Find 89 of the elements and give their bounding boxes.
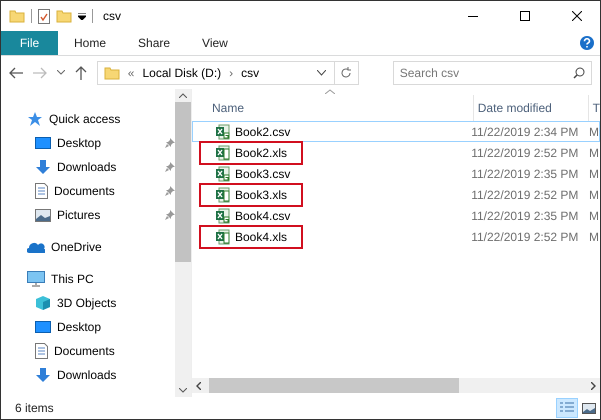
overflow-chevron[interactable]: « [128, 66, 134, 80]
spreadsheet-file-icon [215, 144, 231, 160]
nav-item[interactable]: Downloads [57, 368, 175, 382]
document-icon [35, 343, 48, 359]
file-name: Book4.xls [235, 230, 288, 244]
column-header[interactable]: T [588, 95, 600, 121]
help-icon[interactable] [580, 36, 594, 50]
table-cell-text: M [588, 208, 599, 222]
nav-item[interactable]: This PC [51, 272, 175, 286]
nav-item[interactable]: Desktop [57, 320, 175, 334]
cloud-icon [27, 242, 45, 252]
date-cell-text: 11/22/2019 2:52 PM [471, 188, 580, 202]
picture-icon [35, 208, 51, 222]
nav-item[interactable]: Desktop [57, 136, 159, 150]
ribbon-tab[interactable]: Share [122, 31, 186, 55]
scroll-up-icon[interactable] [179, 93, 187, 98]
chevron-down-icon[interactable] [316, 70, 326, 76]
date-cell-text: 11/22/2019 2:35 PM [471, 208, 580, 222]
search-icon [572, 66, 585, 78]
computer-icon [27, 271, 45, 287]
breadcrumb[interactable]: Local Disk (D:) [142, 66, 222, 80]
refresh-icon[interactable] [340, 66, 352, 78]
spreadsheet-file-icon [215, 208, 231, 224]
column-header[interactable]: Date modified [472, 95, 588, 121]
address-bar[interactable]: « Local Disk (D:) › csv [96, 60, 359, 84]
ribbon-tab[interactable]: File [1, 31, 58, 55]
cube-icon [35, 295, 51, 311]
details-view-button[interactable] [556, 398, 578, 418]
sort-caret-icon [325, 89, 335, 94]
file-name: Book3.xls [235, 188, 288, 202]
date-cell-text: 11/22/2019 2:35 PM [471, 166, 580, 180]
spreadsheet-file-icon [215, 186, 231, 202]
table-cell-text: M [588, 166, 599, 180]
new-folder-icon [56, 9, 72, 23]
table-cell-text: M [588, 188, 599, 202]
nav-item[interactable]: Pictures [57, 208, 159, 222]
vertical-scrollbar[interactable] [175, 89, 191, 397]
back-arrow-icon[interactable] [9, 66, 23, 78]
status-text: 6 items [15, 401, 54, 415]
list-icon[interactable] [560, 402, 574, 414]
file-name: Book4.csv [235, 208, 290, 222]
nav-item[interactable]: OneDrive [51, 240, 175, 254]
nav-item[interactable]: Documents [54, 184, 159, 198]
spreadsheet-file-icon [215, 124, 231, 140]
file-row[interactable]: Book2.xls 11/22/2019 2:52 PM M [192, 142, 600, 163]
nav-item[interactable]: Quick access [49, 112, 175, 126]
spreadsheet-file-icon [215, 228, 231, 244]
up-arrow-icon[interactable] [74, 66, 87, 80]
file-name: Book3.csv [235, 166, 290, 180]
desktop-icon [35, 136, 51, 150]
down-arrow-icon [35, 159, 51, 175]
table-cell-text: M [588, 124, 599, 138]
file-row[interactable]: Book3.xls 11/22/2019 2:52 PM M [192, 184, 600, 205]
scroll-left-icon[interactable] [196, 382, 201, 390]
picture-icon[interactable] [582, 402, 596, 414]
date-cell-text: 11/22/2019 2:52 PM [471, 146, 580, 160]
checkmark-document-icon[interactable] [38, 8, 50, 24]
desktop-icon [35, 320, 51, 334]
scroll-right-icon[interactable] [591, 382, 596, 390]
breadcrumb[interactable]: csv [241, 66, 260, 80]
file-name: Book2.xls [235, 146, 288, 160]
nav-item[interactable]: 3D Objects [57, 296, 175, 310]
date-cell-text: 11/22/2019 2:34 PM [471, 124, 580, 138]
folder-icon [104, 66, 120, 80]
nav-item[interactable]: Downloads [57, 160, 159, 174]
table-cell-text: M [588, 230, 599, 244]
column-header[interactable]: Name [212, 101, 473, 115]
down-arrow-icon [35, 367, 51, 383]
table-cell-text: M [588, 146, 599, 160]
file-row[interactable]: Book4.csv 11/22/2019 2:35 PM M [192, 205, 600, 226]
horizontal-scrollbar[interactable] [192, 378, 600, 393]
ribbon-tab[interactable]: View [186, 31, 244, 55]
chevron-down-icon[interactable] [56, 70, 65, 75]
ribbon-tab[interactable]: Home [58, 31, 122, 55]
file-name: Book2.csv [235, 124, 290, 138]
path-separator: › [229, 66, 234, 80]
search-field[interactable]: Search csv [392, 60, 592, 84]
document-icon [35, 183, 48, 199]
dropdown-arrow-icon[interactable] [78, 12, 86, 20]
file-row[interactable]: Book3.csv 11/22/2019 2:35 PM M [192, 163, 600, 184]
scroll-down-icon[interactable] [179, 388, 187, 393]
nav-item[interactable]: Documents [54, 344, 175, 358]
folder-icon [9, 9, 25, 23]
date-cell-text: 11/22/2019 2:52 PM [471, 230, 580, 244]
file-row[interactable]: Book4.xls 11/22/2019 2:52 PM M [192, 226, 600, 247]
window-title: csv [103, 9, 121, 23]
spreadsheet-file-icon [215, 166, 231, 182]
file-row[interactable]: Book2.csv 11/22/2019 2:34 PM M [192, 121, 600, 142]
star-icon [27, 111, 43, 127]
